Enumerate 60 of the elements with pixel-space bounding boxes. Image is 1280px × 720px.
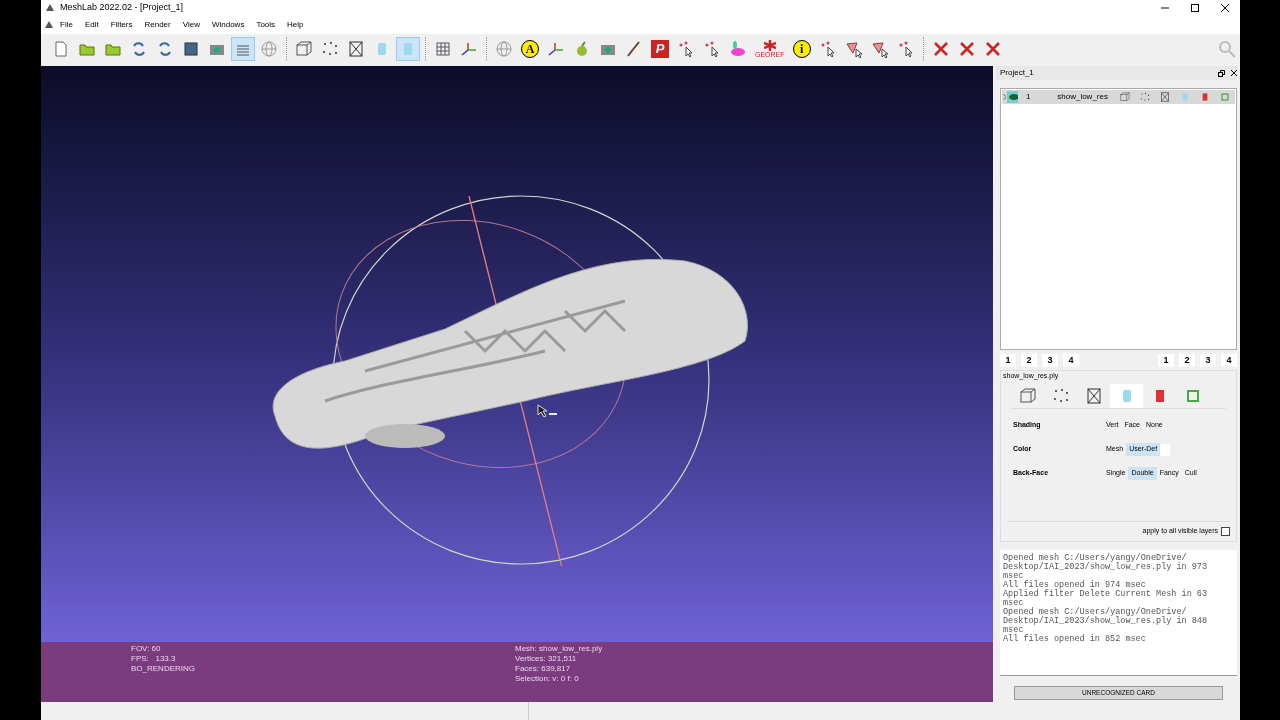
eye-icon[interactable] [1007,91,1019,103]
window-title: MeshLab 2022.02 - [Project_1] [60,1,184,15]
toolbar-button[interactable]: P [648,37,672,61]
cursor-icon [537,404,559,418]
close-icon [1221,4,1229,12]
view-button[interactable]: 3 [1200,354,1216,367]
menu-item[interactable]: Filters [104,19,139,31]
brush-icon [625,40,643,58]
triangles-icon [870,40,889,58]
view-button[interactable]: 1 [1000,354,1016,367]
menu-item[interactable]: Help [281,19,310,31]
wireframe-icon [347,40,365,58]
points-icon [1051,386,1070,405]
delete-icon [983,40,1002,58]
triangles-icon [844,40,863,58]
mesh-info-text: Mesh: show_low_res.ply Vertices: 321,511 Faces: 639,817 Selection: v: 0 f: 0 [515,644,603,685]
menu-item[interactable]: View [176,19,206,31]
delete-icon [931,40,950,58]
view-button[interactable]: 4 [1221,354,1237,367]
maximize-icon [1191,4,1199,12]
view-button[interactable]: 1 [1158,354,1174,367]
cursor-icon [677,40,695,58]
panel-title: Project_1 [1000,67,1034,79]
cube-icon [295,40,313,58]
minimize-icon [1161,4,1169,12]
document-icon [52,40,70,58]
apply-all-checkbox[interactable] [1221,527,1230,536]
layer-number: 1 [1026,91,1032,103]
wireframe-icon [1084,386,1103,405]
cube-icon [1018,386,1037,405]
layer-name: show_low_res [1057,91,1109,103]
render-info-text: FOV: 60 FPS: 133.3 BO_RENDERING [131,644,196,675]
menu-item[interactable]: Windows [205,19,251,31]
star-icon [763,40,776,51]
view-button[interactable]: 4 [1063,354,1079,367]
axes-icon [460,40,478,58]
close-icon[interactable] [1231,70,1237,76]
view-button[interactable]: 3 [1042,354,1058,367]
menu-item[interactable]: Edit [78,19,105,31]
points-icon [321,40,339,58]
axes-icon [547,40,565,58]
layer-row[interactable]: 1 show_low_res [1002,90,1235,104]
menu-item[interactable]: File [54,19,79,31]
view-button[interactable]: 2 [1179,354,1195,367]
arrows-icon [156,40,174,58]
log-text: Opened mesh C:/Users/yangy/OneDrive/ Desktop/IAI_2023/show_low_res.ply in 973 msec All files opened in 974 msec Applied filter Delete Current Mesh in 63 msec Opened mesh C:/Users/yangy/OneDrive/ Desktop/IAI_2023/show_low_res.ply in 848 msec All files opened in 852 msec [1000,550,1237,676]
expand-icon[interactable] [1003,94,1007,100]
globe-icon [495,40,513,58]
view-button[interactable]: 2 [1021,354,1037,367]
globe-icon [260,40,278,58]
color-swatch[interactable] [1160,443,1171,456]
delete-icon [957,40,976,58]
arrows-icon [130,40,148,58]
bunny-icon [729,40,747,58]
menu-item[interactable]: Render [138,19,177,31]
menu-item[interactable]: Tools [250,19,282,31]
grid-icon [434,40,452,58]
float-icon[interactable] [1218,69,1225,77]
cursor-icon [703,40,721,58]
points-icon [1139,91,1151,103]
